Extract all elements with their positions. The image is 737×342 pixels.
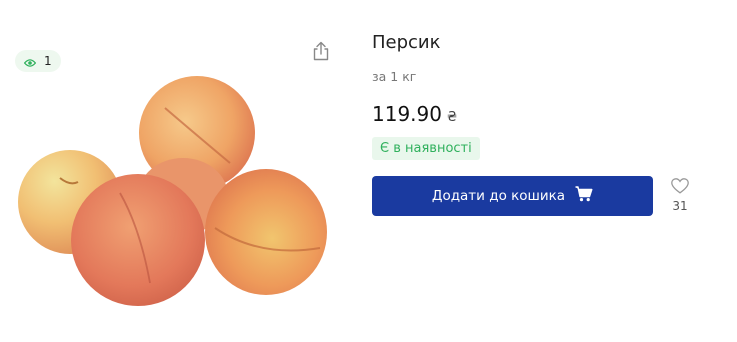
price-row: 119.90 ₴: [372, 102, 457, 126]
share-button[interactable]: [310, 41, 332, 65]
stock-status-badge: Є в наявності: [372, 137, 480, 160]
share-icon: [312, 41, 330, 65]
product-image: [0, 68, 345, 318]
product-title: Персик: [372, 32, 441, 53]
views-count: 1: [44, 54, 52, 68]
product-unit: за 1 кг: [372, 69, 417, 84]
heart-icon: [671, 178, 689, 198]
favorite-count: 31: [672, 199, 688, 213]
cart-icon: [575, 186, 593, 206]
favorite-button[interactable]: 31: [667, 178, 693, 213]
currency-symbol: ₴: [446, 110, 458, 125]
add-to-cart-button[interactable]: Додати до кошика: [372, 176, 653, 216]
product-price: 119.90: [372, 102, 442, 126]
add-to-cart-label: Додати до кошика: [431, 188, 566, 204]
peach-front-left: [71, 174, 205, 306]
